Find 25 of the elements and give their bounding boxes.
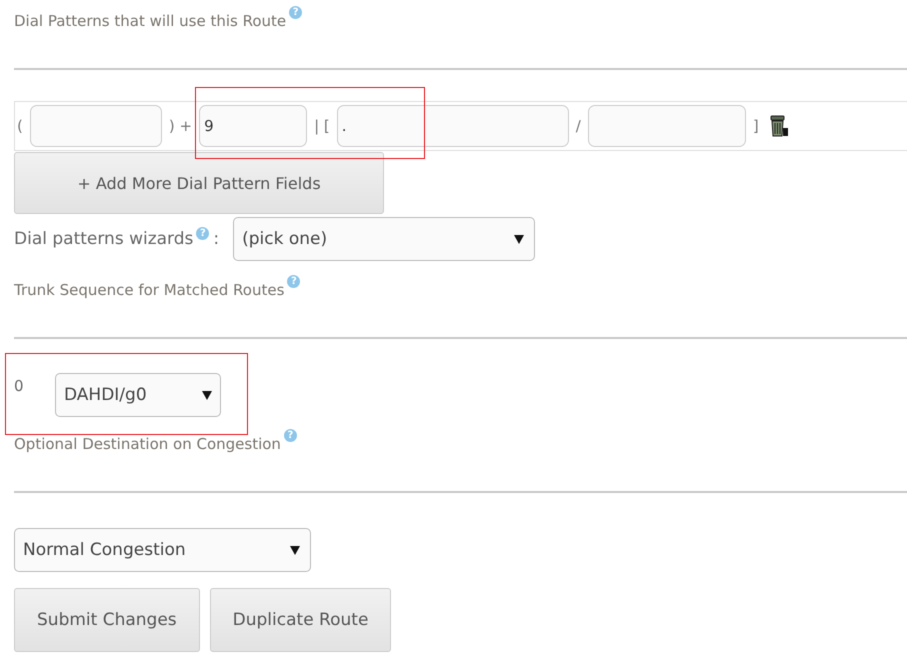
section-heading: Trunk Sequence for Matched Routes bbox=[14, 281, 284, 299]
section-heading: Optional Destination on Congestion bbox=[14, 435, 281, 453]
wizard-select[interactable]: (pick one) bbox=[233, 217, 536, 261]
match-pattern-field[interactable]: . bbox=[336, 105, 569, 147]
sequence-number: 0 bbox=[14, 376, 25, 395]
action-button[interactable]: Duplicate Route bbox=[210, 588, 392, 652]
colon-text: : bbox=[213, 229, 220, 249]
prefix-field[interactable]: 9 bbox=[199, 105, 308, 147]
prepend-field[interactable] bbox=[30, 105, 162, 147]
add-fields-button[interactable]: + Add More Dial Pattern Fields bbox=[14, 152, 384, 214]
bracket-text: ( bbox=[17, 117, 23, 135]
congestion-select[interactable]: Normal Congestion bbox=[14, 528, 311, 572]
field-label: Dial patterns wizards bbox=[14, 229, 194, 249]
action-button[interactable]: Submit Changes bbox=[14, 588, 200, 652]
separator-text: | [ bbox=[314, 117, 330, 135]
trunk-select[interactable]: DAHDI/g0 bbox=[55, 373, 221, 417]
section-heading: Dial Patterns that will use this Route bbox=[14, 12, 286, 30]
bracket-text: ] bbox=[752, 117, 759, 135]
separator-text: / bbox=[576, 117, 581, 135]
caller-id-field[interactable] bbox=[588, 105, 746, 147]
trash-icon[interactable] bbox=[768, 114, 790, 138]
caret-icon bbox=[202, 390, 212, 400]
caret-icon bbox=[290, 546, 300, 554]
caret-icon bbox=[514, 234, 524, 244]
separator-text: ) + bbox=[168, 117, 192, 135]
